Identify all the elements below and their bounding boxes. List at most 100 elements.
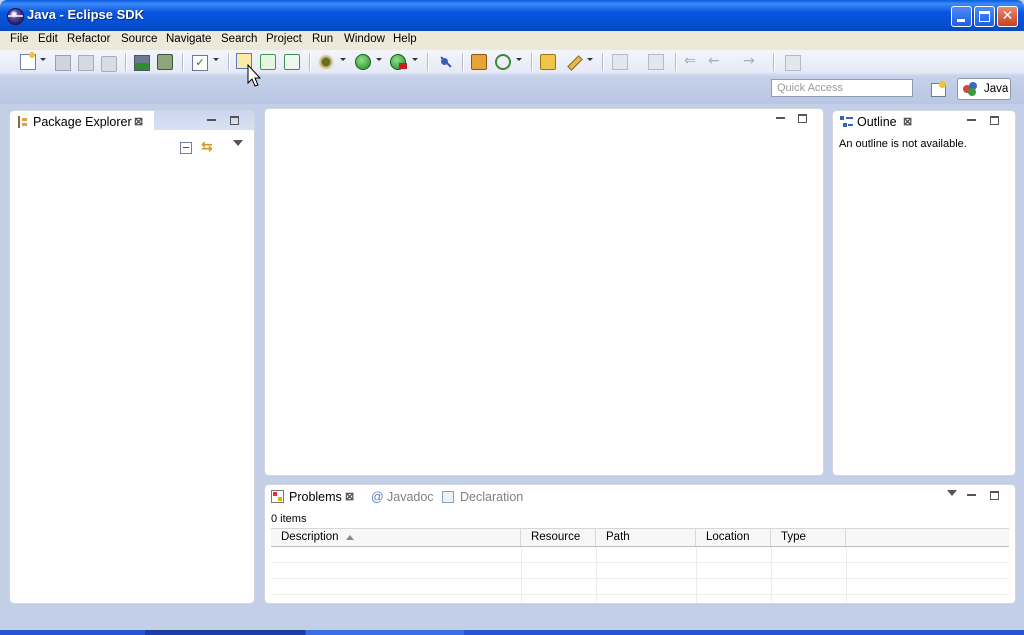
package-explorer-tabstrip [154, 110, 254, 130]
package-explorer-icon [18, 116, 29, 128]
maximize-editor-icon[interactable] [798, 114, 807, 123]
new-java-class-icon[interactable] [284, 54, 300, 70]
outline-view [832, 110, 1016, 476]
menu-refactor[interactable]: Refactor [64, 32, 113, 46]
task-checkbox-icon[interactable]: ✓ [192, 55, 208, 71]
column-location-label: Location [706, 531, 750, 543]
collapse-all-icon[interactable] [180, 142, 192, 154]
javadoc-at-icon: @ [371, 490, 384, 504]
minimize-outline-icon[interactable] [967, 119, 976, 121]
tab-javadoc-label: Javadoc [387, 490, 434, 504]
tab-outline[interactable]: Outline ⊠ [834, 111, 922, 133]
close-package-explorer-icon[interactable]: ⊠ [134, 117, 143, 128]
outline-message: An outline is not available. [839, 138, 967, 150]
pin-editor-icon[interactable] [785, 55, 801, 71]
print-icon[interactable] [101, 56, 117, 72]
column-resource[interactable]: Resource [521, 529, 596, 546]
external-tools-dropdown-arrow[interactable] [412, 58, 418, 61]
column-path-label: Path [606, 531, 630, 543]
maximize-outline-icon[interactable] [990, 116, 999, 125]
maximize-problems-icon[interactable] [990, 491, 999, 500]
menu-file[interactable]: File [7, 32, 32, 46]
close-outline-icon[interactable]: ⊠ [903, 117, 912, 128]
table-row [271, 595, 1009, 603]
column-description[interactable]: Description [271, 529, 521, 546]
close-window-button[interactable]: ✕ [997, 6, 1018, 27]
task-dropdown-arrow[interactable] [213, 58, 219, 61]
save-icon[interactable] [55, 55, 71, 71]
new-wizard-icon[interactable] [20, 52, 36, 70]
taskbar-button[interactable] [306, 630, 464, 635]
tab-package-explorer[interactable]: Package Explorer ⊠ [10, 111, 153, 133]
tab-outline-label: Outline [857, 115, 897, 129]
view-menu-chevron-down-icon[interactable] [233, 140, 243, 146]
open-perspective-icon[interactable] [929, 81, 947, 97]
external-tools-icon[interactable] [390, 54, 407, 70]
tab-declaration[interactable]: Declaration [440, 486, 526, 508]
new-dropdown-arrow[interactable] [40, 58, 46, 61]
tab-javadoc[interactable]: @ Javadoc [369, 486, 435, 508]
outline-icon [840, 115, 853, 129]
debug-dropdown-arrow[interactable] [340, 58, 346, 61]
minimize-window-button[interactable] [951, 6, 972, 27]
debug-icon[interactable] [318, 54, 334, 70]
search-refresh-icon[interactable] [495, 54, 511, 70]
java-perspective-button[interactable]: Java [957, 78, 1011, 100]
menu-edit[interactable]: Edit [35, 32, 61, 46]
problems-view-menu-chevron-down-icon[interactable] [947, 490, 957, 496]
minimize-package-explorer-icon[interactable] [207, 119, 216, 121]
minimize-editor-icon[interactable] [776, 117, 785, 119]
maximize-package-explorer-icon[interactable] [230, 116, 239, 125]
last-edit-location-icon[interactable] [612, 54, 628, 70]
tab-problems-label: Problems [289, 490, 342, 504]
menu-source[interactable]: Source [118, 32, 160, 46]
search-dropdown-arrow[interactable] [516, 58, 522, 61]
minimize-problems-icon[interactable] [967, 494, 976, 496]
column-path[interactable]: Path [596, 529, 696, 546]
next-annotation-icon[interactable] [648, 54, 664, 70]
problems-table-header: Description Resource Path Location Type [271, 528, 1009, 547]
run-icon[interactable] [355, 54, 371, 70]
build-icon[interactable] [157, 54, 173, 70]
tab-problems[interactable]: Problems ⊠ [267, 486, 363, 508]
column-type[interactable]: Type [771, 529, 846, 546]
taskbar-button-active[interactable] [145, 630, 305, 635]
save-all-icon[interactable] [78, 55, 94, 71]
menu-bar: File Edit Refactor Source Navigate Searc… [0, 31, 1024, 50]
menu-window[interactable]: Window [341, 32, 388, 46]
menu-project[interactable]: Project [263, 32, 305, 46]
eclipse-app-icon[interactable] [7, 8, 24, 25]
skip-breakpoints-icon[interactable] [437, 54, 453, 70]
column-location[interactable]: Location [696, 529, 771, 546]
table-row [271, 547, 1009, 563]
back-history-icon[interactable]: ← [708, 54, 724, 70]
java-perspective-label: Java [984, 83, 1009, 95]
run-dropdown-arrow[interactable] [376, 58, 382, 61]
close-problems-icon[interactable]: ⊠ [345, 492, 354, 503]
pencil-annotation-icon[interactable] [565, 54, 583, 71]
link-with-editor-icon[interactable]: ⇆ [201, 139, 217, 155]
menu-run[interactable]: Run [309, 32, 336, 46]
maximize-window-button[interactable] [974, 6, 995, 27]
tab-declaration-label: Declaration [460, 490, 524, 504]
maximize-icon [979, 11, 990, 22]
quick-access-input[interactable]: Quick Access [771, 79, 913, 97]
tab-package-explorer-label: Package Explorer [33, 115, 132, 129]
java-perspective-icon [963, 82, 979, 96]
back-icon[interactable]: ⇐ [684, 54, 700, 70]
editor-area[interactable] [264, 108, 824, 476]
menu-help[interactable]: Help [390, 32, 420, 46]
forward-icon[interactable]: → [743, 54, 759, 70]
title-bar[interactable]: Java - Eclipse SDK ✕ [0, 0, 1024, 31]
annotation-dropdown-arrow[interactable] [587, 58, 593, 61]
new-java-package-icon[interactable] [260, 54, 276, 70]
column-type-label: Type [781, 531, 806, 543]
open-folder-icon[interactable] [540, 54, 556, 70]
menu-search[interactable]: Search [218, 32, 260, 46]
build-all-icon[interactable] [134, 55, 150, 71]
table-row [271, 579, 1009, 595]
menu-navigate[interactable]: Navigate [163, 32, 214, 46]
close-icon: ✕ [1001, 8, 1014, 24]
open-type-icon[interactable] [471, 54, 487, 70]
mouse-cursor-icon [247, 64, 261, 87]
